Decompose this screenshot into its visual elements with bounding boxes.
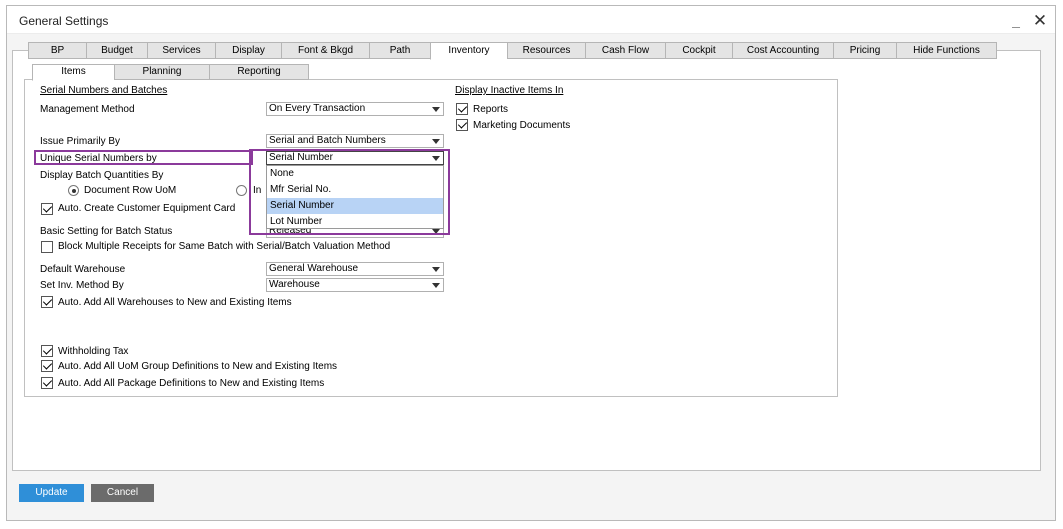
issue-primarily-select[interactable]: Serial and Batch Numbers: [266, 134, 444, 148]
subtab-reporting[interactable]: Reporting: [209, 64, 309, 80]
default-warehouse-label: Default Warehouse: [40, 264, 126, 275]
management-method-value: On Every Transaction: [269, 103, 366, 114]
inactive-items-heading: Display Inactive Items In: [455, 85, 564, 96]
batch-status-label: Basic Setting for Batch Status: [40, 226, 173, 237]
package-label: Auto. Add All Package Definitions to New…: [58, 378, 325, 389]
tab-bp[interactable]: BP: [28, 42, 86, 59]
inventory-uom-radio[interactable]: [236, 185, 247, 196]
document-row-uom-label: Document Row UoM: [84, 185, 177, 196]
marketing-docs-checkbox[interactable]: [456, 119, 468, 131]
display-batch-label: Display Batch Quantities By: [40, 170, 164, 181]
management-method-label: Management Method: [40, 104, 135, 115]
marketing-docs-label: Marketing Documents: [473, 120, 571, 131]
auto-equipment-label: Auto. Create Customer Equipment Card: [58, 203, 236, 214]
tab-cost-accounting[interactable]: Cost Accounting: [732, 42, 833, 59]
chevron-down-icon: [432, 107, 440, 112]
chevron-down-icon: [432, 283, 440, 288]
document-row-uom-radio[interactable]: [68, 185, 79, 196]
issue-primarily-value: Serial and Batch Numbers: [269, 135, 386, 146]
tab-pricing[interactable]: Pricing: [833, 42, 896, 59]
main-tabs: BP Budget Services Display Font & Bkgd P…: [28, 42, 997, 60]
window-title: General Settings: [19, 14, 109, 28]
chevron-down-icon: [432, 267, 440, 272]
uom-groups-checkbox[interactable]: [41, 360, 53, 372]
auto-warehouses-label: Auto. Add All Warehouses to New and Exis…: [58, 297, 292, 308]
block-receipts-checkbox[interactable]: [41, 241, 53, 253]
tab-resources[interactable]: Resources: [507, 42, 585, 59]
uom-groups-label: Auto. Add All UoM Group Definitions to N…: [58, 361, 338, 372]
inv-method-label: Set Inv. Method By: [40, 280, 124, 291]
subtab-planning[interactable]: Planning: [114, 64, 209, 80]
tab-path[interactable]: Path: [369, 42, 430, 59]
package-checkbox[interactable]: [41, 377, 53, 389]
management-method-select[interactable]: On Every Transaction: [266, 102, 444, 116]
inv-method-select[interactable]: Warehouse: [266, 278, 444, 292]
subtab-items[interactable]: Items: [32, 64, 114, 81]
tab-budget[interactable]: Budget: [86, 42, 147, 59]
cancel-button[interactable]: Cancel: [91, 484, 154, 502]
block-receipts-label: Block Multiple Receipts for Same Batch w…: [58, 241, 391, 252]
reports-checkbox[interactable]: [456, 103, 468, 115]
tab-inventory[interactable]: Inventory: [430, 42, 507, 60]
reports-label: Reports: [473, 104, 509, 115]
tab-cockpit[interactable]: Cockpit: [665, 42, 732, 59]
minimize-button[interactable]: _: [1005, 10, 1027, 32]
tab-font-bkgd[interactable]: Font & Bkgd: [281, 42, 369, 59]
serial-batches-heading: Serial Numbers and Batches: [40, 85, 168, 96]
tab-cash-flow[interactable]: Cash Flow: [585, 42, 665, 59]
items-panel: [24, 79, 838, 397]
chevron-down-icon: [432, 139, 440, 144]
highlight-unique-serial-dropdown: [249, 149, 450, 235]
highlight-unique-serial-label: [34, 150, 253, 165]
auto-equipment-checkbox[interactable]: [41, 203, 53, 215]
title-bar: General Settings _ ✕: [7, 6, 1055, 34]
withholding-checkbox[interactable]: [41, 345, 53, 357]
close-button[interactable]: ✕: [1029, 10, 1051, 32]
tab-services[interactable]: Services: [147, 42, 215, 59]
update-button[interactable]: Update: [19, 484, 84, 502]
inv-method-value: Warehouse: [269, 279, 320, 290]
default-warehouse-value: General Warehouse: [269, 263, 359, 274]
issue-primarily-label: Issue Primarily By: [40, 136, 121, 147]
tab-hide-functions[interactable]: Hide Functions: [896, 42, 997, 59]
tab-display[interactable]: Display: [215, 42, 281, 59]
sub-tabs: Items Planning Reporting: [32, 64, 309, 81]
auto-warehouses-checkbox[interactable]: [41, 296, 53, 308]
withholding-label: Withholding Tax: [58, 346, 129, 357]
default-warehouse-select[interactable]: General Warehouse: [266, 262, 444, 276]
